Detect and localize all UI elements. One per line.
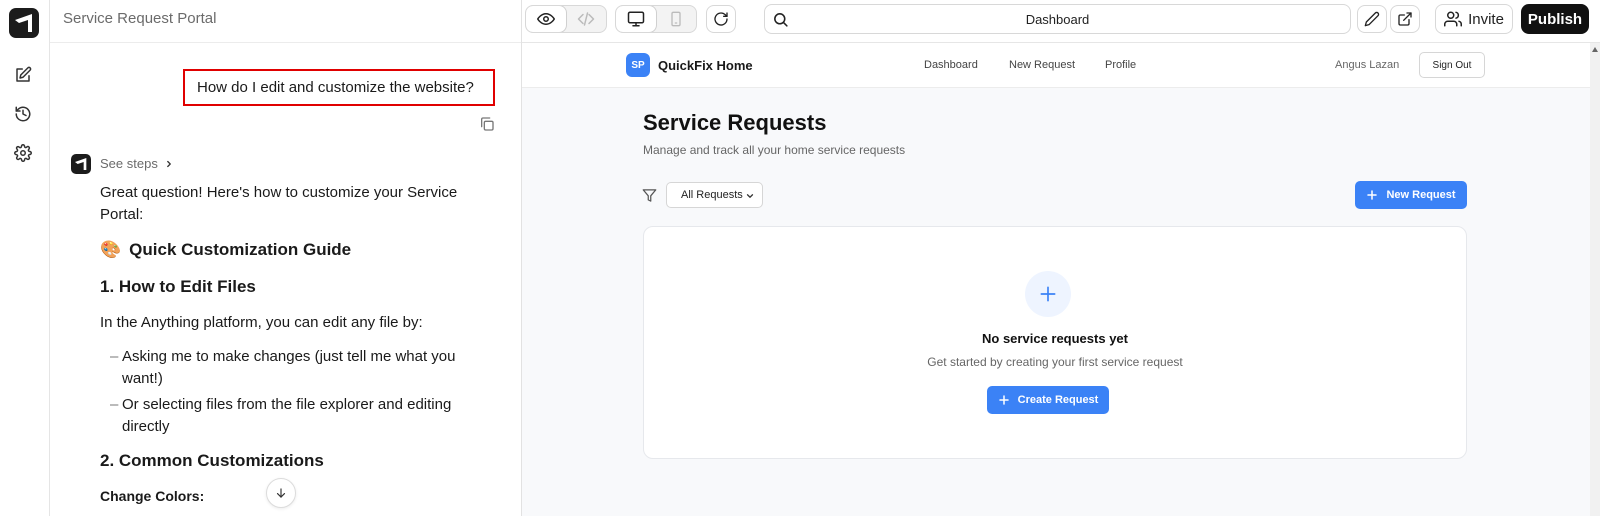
filter-icon xyxy=(642,188,657,208)
page-subtitle: Manage and track all your home service r… xyxy=(643,143,906,157)
url-bar[interactable]: Dashboard xyxy=(764,4,1351,34)
open-external-button[interactable] xyxy=(1390,5,1420,33)
list-item-text: Or selecting files from the file explore… xyxy=(122,396,452,435)
url-text: Dashboard xyxy=(1025,12,1090,27)
invite-label: Invite xyxy=(1468,10,1504,28)
scroll-up-arrow-icon[interactable] xyxy=(1592,47,1598,52)
plus-icon xyxy=(1367,190,1378,200)
palette-emoji: 🎨 xyxy=(100,240,122,259)
refresh-icon xyxy=(714,12,728,26)
edit-icon[interactable] xyxy=(12,64,34,86)
chat-header: Service Request Portal xyxy=(50,0,521,43)
desktop-view-button[interactable] xyxy=(616,6,656,32)
view-mode-toggle xyxy=(525,5,607,33)
chevron-right-icon xyxy=(166,160,171,167)
nav-link-dashboard[interactable]: Dashboard xyxy=(924,59,978,71)
filter-select[interactable]: All Requests xyxy=(666,182,763,208)
brand-badge[interactable]: SP xyxy=(626,53,650,77)
user-name: Angus Lazan xyxy=(1335,59,1400,71)
preview-mode-button[interactable] xyxy=(526,6,566,32)
invite-button[interactable]: Invite xyxy=(1435,4,1513,34)
new-request-button[interactable]: New Request xyxy=(1355,181,1467,209)
device-toggle xyxy=(615,5,697,33)
section1-heading: 1. How to Edit Files xyxy=(100,277,256,296)
list-item: – Or selecting files from the file explo… xyxy=(110,394,500,438)
list-item: – Asking me to make changes (just tell m… xyxy=(110,346,500,390)
empty-state-subtitle: Get started by creating your first servi… xyxy=(927,355,1183,369)
publish-button[interactable]: Publish xyxy=(1521,4,1589,34)
app-navbar: SP QuickFix Home Dashboard New Request P… xyxy=(522,43,1590,88)
code-mode-button[interactable] xyxy=(566,6,606,32)
left-rail xyxy=(0,0,50,516)
history-icon[interactable] xyxy=(12,103,34,125)
refresh-button[interactable] xyxy=(706,5,736,33)
empty-state-card: No service requests yet Get started by c… xyxy=(643,226,1467,459)
empty-state-plus-icon xyxy=(1025,271,1071,317)
external-link-icon xyxy=(1398,12,1412,26)
new-request-label: New Request xyxy=(1386,189,1456,201)
users-icon xyxy=(1444,11,1463,27)
chat-panel: Service Request Portal How do I edit and… xyxy=(50,0,522,516)
arrow-down-icon xyxy=(276,488,286,498)
copy-icon[interactable] xyxy=(479,116,497,134)
preview-scrollbar[interactable] xyxy=(1590,43,1600,516)
chat-title: Service Request Portal xyxy=(63,10,217,27)
section1-text: In the Anything platform, you can edit a… xyxy=(100,314,423,331)
assistant-avatar-icon xyxy=(71,154,91,174)
chevron-down-icon xyxy=(745,191,755,204)
guide-heading: 🎨 Quick Customization Guide xyxy=(100,240,490,260)
create-request-button[interactable]: Create Request xyxy=(987,386,1109,414)
filter-select-value: All Requests xyxy=(681,189,743,201)
app-logo-icon[interactable] xyxy=(9,8,39,38)
section2-heading: 2. Common Customizations xyxy=(100,451,324,470)
edit-button[interactable] xyxy=(1357,5,1387,33)
eye-icon xyxy=(537,13,555,25)
see-steps-toggle[interactable]: See steps xyxy=(100,156,174,171)
user-message: How do I edit and customize the website? xyxy=(183,69,495,106)
page-title: Service Requests xyxy=(643,110,827,135)
guide-heading-text: Quick Customization Guide xyxy=(129,240,352,259)
desktop-icon xyxy=(627,11,645,27)
response-intro: Great question! Here's how to customize … xyxy=(100,184,458,223)
nav-link-profile[interactable]: Profile xyxy=(1105,59,1136,71)
bullet-dash: – xyxy=(110,396,119,413)
sign-out-button[interactable]: Sign Out xyxy=(1419,52,1485,78)
app-preview: SP QuickFix Home Dashboard New Request P… xyxy=(522,43,1590,516)
plus-icon xyxy=(998,395,1009,405)
empty-state-title: No service requests yet xyxy=(982,331,1128,346)
mobile-view-button[interactable] xyxy=(656,6,696,32)
gear-icon[interactable] xyxy=(12,142,34,164)
mobile-icon xyxy=(671,11,681,27)
scroll-to-bottom-button[interactable] xyxy=(266,478,296,508)
list-item-text: Asking me to make changes (just tell me … xyxy=(122,348,456,387)
brand-name[interactable]: QuickFix Home xyxy=(658,58,753,73)
preview-toolbar: Dashboard Invite Publish xyxy=(522,0,1600,43)
code-icon xyxy=(577,12,595,26)
bullet-dash: – xyxy=(110,348,119,365)
pencil-icon xyxy=(1364,11,1380,27)
see-steps-label: See steps xyxy=(100,156,158,171)
nav-link-new-request[interactable]: New Request xyxy=(1009,59,1075,71)
create-request-label: Create Request xyxy=(1017,394,1099,406)
